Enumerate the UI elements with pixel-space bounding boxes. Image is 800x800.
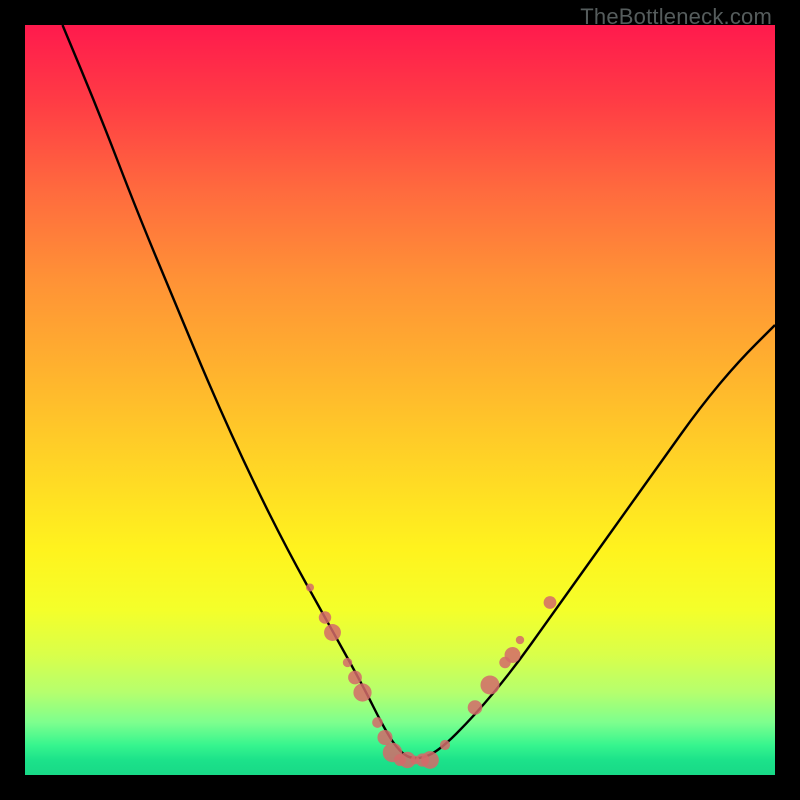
data-point [319,611,331,623]
data-point [505,647,521,663]
data-point [353,683,371,701]
chart-frame: TheBottleneck.com [0,0,800,800]
data-point [440,740,450,750]
data-point [377,730,392,745]
data-point [480,675,499,694]
data-point [516,636,524,644]
data-point [348,671,362,685]
bottleneck-curve [63,25,776,758]
data-point [468,700,483,715]
data-point [372,717,383,728]
data-point [421,751,439,769]
data-point [306,584,314,592]
data-point [324,624,341,641]
chart-svg [25,25,775,775]
data-point [343,658,352,667]
marker-group [306,584,556,769]
chart-plot-area [25,25,775,775]
attribution-text: TheBottleneck.com [580,4,772,30]
data-point [544,596,557,609]
